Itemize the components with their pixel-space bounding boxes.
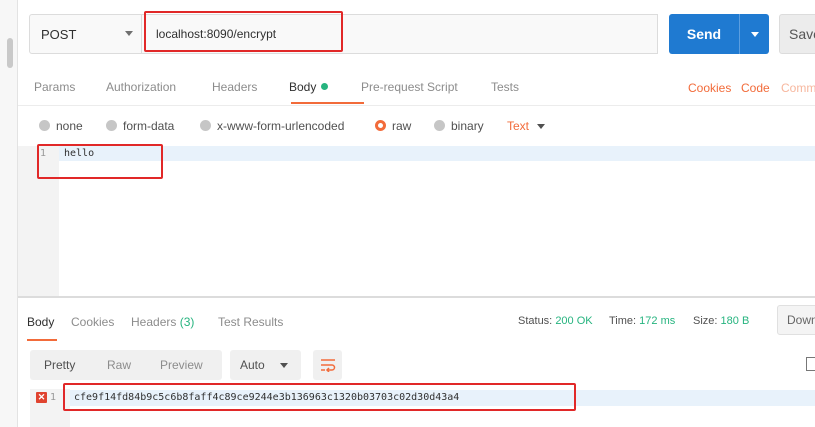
send-options-dropdown[interactable] bbox=[739, 14, 769, 54]
url-annotation-box bbox=[144, 11, 343, 52]
method-select[interactable]: POST bbox=[29, 14, 142, 54]
radio-label: form-data bbox=[123, 119, 175, 133]
response-tab-test-results[interactable]: Test Results bbox=[218, 315, 283, 329]
radio-raw[interactable]: raw bbox=[375, 119, 411, 133]
request-tabs: Params Authorization Headers Body Pre-re… bbox=[18, 70, 815, 106]
response-tab-headers-label: Headers bbox=[131, 315, 177, 329]
tab-authorization[interactable]: Authorization bbox=[106, 80, 176, 94]
active-line-highlight bbox=[59, 146, 815, 161]
tab-body-label: Body bbox=[289, 80, 317, 94]
radio-icon bbox=[39, 120, 50, 131]
view-raw[interactable]: Raw bbox=[107, 358, 131, 372]
view-preview[interactable]: Preview bbox=[160, 358, 203, 372]
response-tab-cookies[interactable]: Cookies bbox=[71, 315, 114, 329]
comments-link[interactable]: Comm bbox=[781, 81, 815, 95]
line-number: 1 bbox=[50, 392, 57, 403]
left-scroll-gutter bbox=[0, 0, 18, 427]
body-type-options: none form-data x-www-form-urlencoded raw… bbox=[18, 112, 815, 138]
pane-divider[interactable] bbox=[18, 296, 815, 298]
tab-prerequest-script[interactable]: Pre-request Script bbox=[361, 80, 458, 94]
copy-icon[interactable] bbox=[806, 357, 815, 371]
time-indicator: Time: 172 ms bbox=[609, 315, 675, 327]
radio-label: x-www-form-urlencoded bbox=[217, 119, 345, 133]
radio-urlencoded[interactable]: x-www-form-urlencoded bbox=[200, 119, 344, 133]
radio-icon bbox=[200, 120, 211, 131]
format-select[interactable]: Auto bbox=[230, 350, 301, 380]
content-type-label: Text bbox=[507, 119, 530, 133]
tab-tests[interactable]: Tests bbox=[491, 80, 519, 94]
chevron-down-icon bbox=[125, 31, 133, 36]
content-type-dropdown[interactable]: Text bbox=[507, 119, 546, 133]
active-tab-underline bbox=[27, 339, 57, 341]
view-pretty[interactable]: Pretty bbox=[44, 358, 75, 372]
radio-binary[interactable]: binary bbox=[434, 119, 484, 133]
radio-label: binary bbox=[451, 119, 484, 133]
size-value: 180 B bbox=[720, 315, 750, 327]
radio-icon bbox=[106, 120, 117, 131]
status-indicator: Status: 200 OK bbox=[518, 315, 593, 327]
download-button[interactable]: Down bbox=[777, 305, 815, 335]
request-body-annotation-box bbox=[37, 144, 163, 179]
send-button[interactable]: Send bbox=[669, 14, 739, 54]
active-tab-underline bbox=[291, 102, 364, 104]
code-link[interactable]: Code bbox=[741, 81, 770, 95]
response-body-annotation-box bbox=[63, 383, 576, 411]
error-marker-icon[interactable]: ✕ bbox=[36, 392, 47, 403]
method-label: POST bbox=[41, 27, 77, 42]
time-label: Time: bbox=[609, 315, 637, 327]
save-button[interactable]: Save bbox=[779, 14, 815, 54]
wrap-lines-button[interactable] bbox=[313, 350, 342, 380]
status-label: Status: bbox=[518, 315, 553, 327]
wrap-lines-icon bbox=[320, 359, 335, 372]
scrollbar-thumb[interactable] bbox=[7, 38, 13, 68]
response-tabs: Body Cookies Headers (3) Test Results St… bbox=[18, 304, 815, 341]
view-mode-group: Pretty Raw Preview bbox=[30, 350, 222, 380]
radio-icon bbox=[434, 120, 445, 131]
active-indicator-dot bbox=[321, 83, 329, 90]
radio-form-data[interactable]: form-data bbox=[106, 119, 174, 133]
tab-body[interactable]: Body bbox=[289, 80, 329, 94]
size-label: Size: bbox=[693, 315, 718, 327]
radio-label: raw bbox=[392, 119, 412, 133]
radio-selected-icon bbox=[375, 120, 386, 131]
time-value: 172 ms bbox=[639, 315, 676, 327]
response-tab-body[interactable]: Body bbox=[27, 315, 54, 329]
tab-headers[interactable]: Headers bbox=[212, 80, 257, 94]
chevron-down-icon bbox=[751, 32, 759, 37]
radio-label: none bbox=[56, 119, 83, 133]
format-label: Auto bbox=[240, 358, 265, 372]
headers-count-badge: (3) bbox=[179, 315, 195, 329]
cookies-link[interactable]: Cookies bbox=[688, 81, 731, 95]
tab-params[interactable]: Params bbox=[34, 80, 75, 94]
status-value: 200 OK bbox=[555, 315, 593, 327]
size-indicator: Size: 180 B bbox=[693, 315, 749, 327]
chevron-down-icon bbox=[280, 363, 288, 368]
chevron-down-icon bbox=[537, 124, 546, 129]
response-tab-headers[interactable]: Headers (3) bbox=[131, 315, 194, 329]
radio-none[interactable]: none bbox=[39, 119, 83, 133]
